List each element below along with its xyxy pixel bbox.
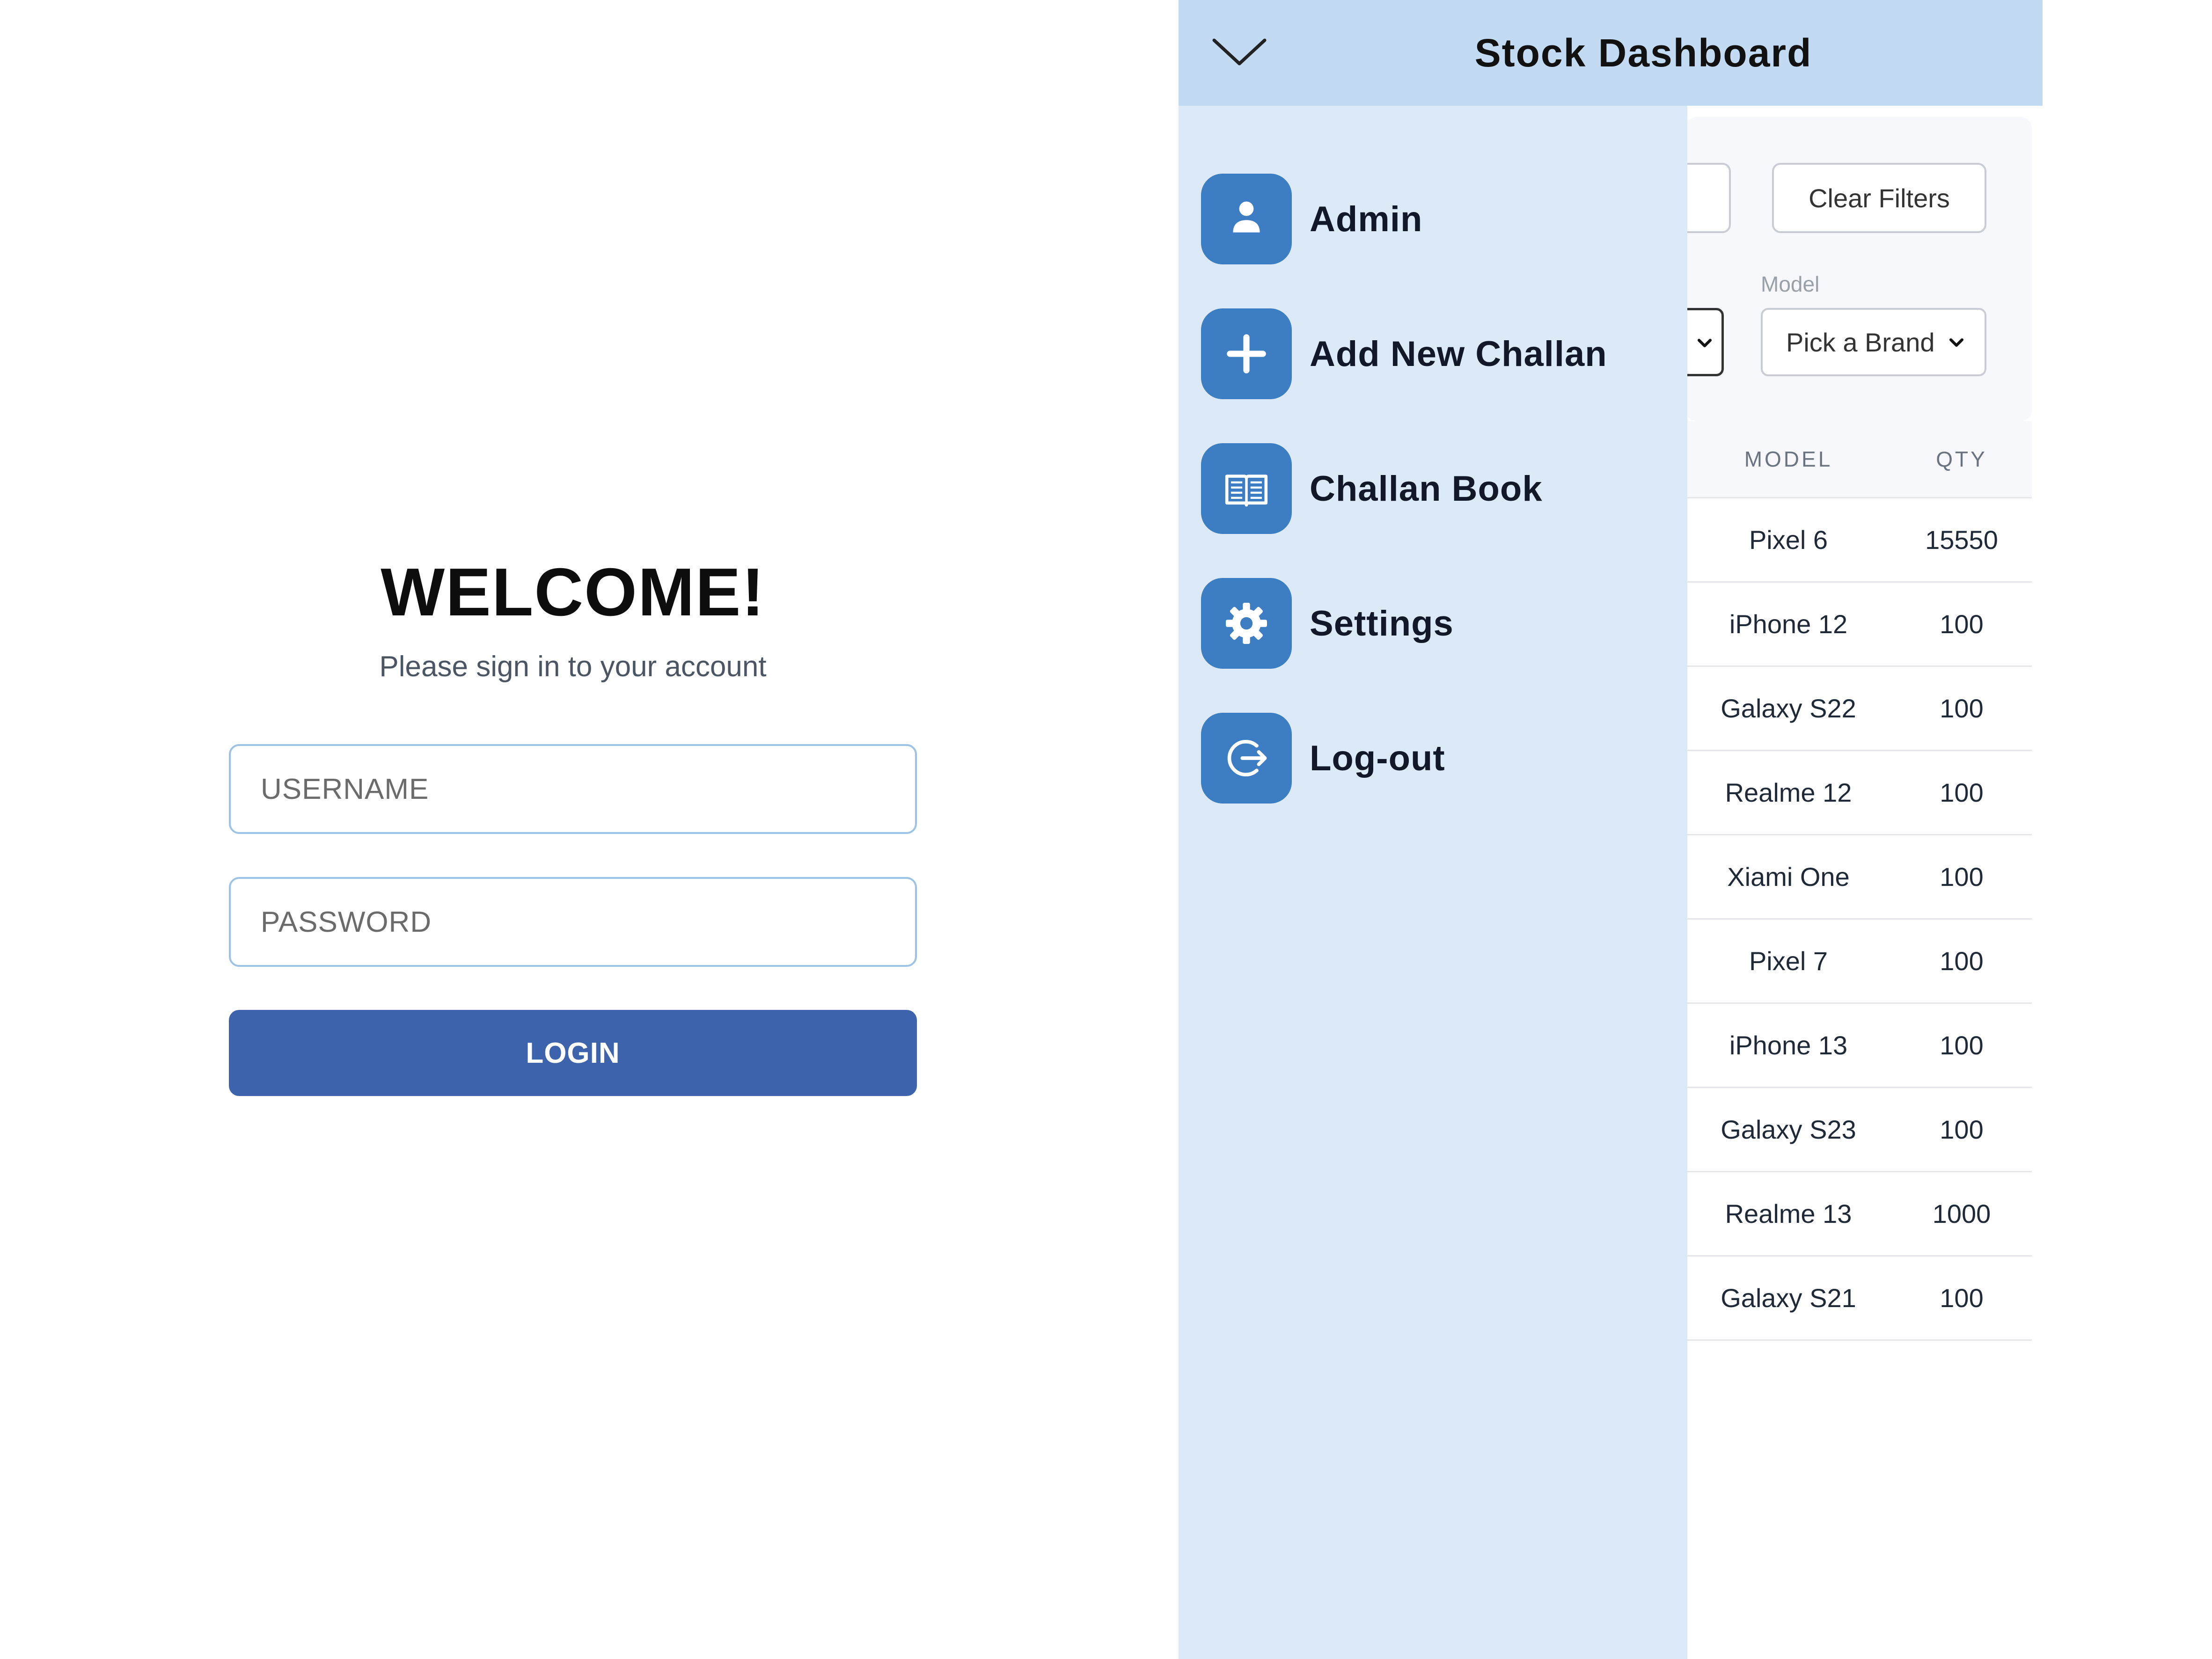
drawer-item-add-new-challan[interactable]: Add New Challan — [1201, 308, 1607, 399]
model-select[interactable]: Pick a Brand — [1761, 308, 1986, 376]
cell-model: iPhone 12 — [1729, 609, 1848, 639]
cell-qty: 1000 — [1932, 1199, 1991, 1228]
chevron-down-icon — [1698, 339, 1712, 347]
drawer-item-settings[interactable]: Settings — [1201, 578, 1454, 669]
book-icon — [1201, 443, 1292, 534]
drawer-item-label: Add New Challan — [1310, 334, 1607, 374]
model-select-value: Pick a Brand — [1786, 327, 1935, 357]
cell-qty: 100 — [1940, 694, 1984, 723]
clear-filters-button[interactable]: Clear Filters — [1772, 163, 1986, 233]
drawer-item-label: Challan Book — [1310, 468, 1543, 509]
table-row[interactable]: Pixel 6 15550 — [1685, 498, 2032, 583]
cell-qty: 100 — [1940, 778, 1984, 807]
top-bar: Stock Dashboard — [1179, 0, 2043, 106]
cell-qty: 100 — [1940, 609, 1984, 639]
drawer-item-admin[interactable]: Admin — [1201, 174, 1422, 264]
app-root: WELCOME! Please sign in to your account … — [0, 0, 2212, 1659]
login-button[interactable]: LOGIN — [229, 1010, 917, 1096]
password-input[interactable] — [231, 879, 915, 965]
gear-icon — [1201, 578, 1292, 669]
plus-icon — [1201, 308, 1292, 399]
table-row[interactable]: Realme 13 1000 — [1685, 1172, 2032, 1257]
cell-qty: 15550 — [1925, 525, 1998, 555]
table-row[interactable]: Pixel 7 100 — [1685, 920, 2032, 1004]
login-panel: WELCOME! Please sign in to your account … — [229, 552, 917, 1096]
cell-model: Pixel 7 — [1749, 946, 1828, 976]
logout-icon — [1201, 713, 1292, 804]
table-row[interactable]: Xiami One 100 — [1685, 835, 2032, 920]
stock-dashboard: Clear Filters Model Pick a Brand MODEL Q… — [1179, 0, 2043, 1659]
username-field[interactable] — [229, 744, 917, 834]
model-filter-label: Model — [1761, 272, 1820, 296]
cell-model: Galaxy S21 — [1721, 1283, 1856, 1313]
stock-table: MODEL QTY Pixel 6 15550 iPhone 12 100 Ga… — [1685, 421, 2032, 1341]
cell-qty: 100 — [1940, 1115, 1984, 1144]
column-header-qty: QTY — [1936, 447, 1987, 471]
table-row[interactable]: Galaxy S22 100 — [1685, 667, 2032, 751]
user-icon — [1201, 174, 1292, 264]
cell-model: Pixel 6 — [1749, 525, 1828, 555]
drawer-item-logout[interactable]: Log-out — [1201, 713, 1445, 804]
cell-qty: 100 — [1940, 1030, 1984, 1060]
drawer-item-label: Log-out — [1310, 738, 1445, 778]
column-header-model: MODEL — [1744, 447, 1833, 471]
cell-model: iPhone 13 — [1729, 1030, 1848, 1060]
cell-model: Xiami One — [1727, 862, 1850, 892]
welcome-heading: WELCOME! — [381, 554, 765, 630]
cell-qty: 100 — [1940, 862, 1984, 892]
cell-model: Galaxy S22 — [1721, 694, 1856, 723]
table-row[interactable]: Galaxy S21 100 — [1685, 1257, 2032, 1341]
cell-model: Realme 13 — [1725, 1199, 1852, 1228]
table-header: MODEL QTY — [1685, 421, 2032, 498]
cell-qty: 100 — [1940, 946, 1984, 976]
table-row[interactable]: iPhone 12 100 — [1685, 583, 2032, 667]
chevron-down-icon — [1949, 338, 1963, 347]
table-row[interactable]: Realme 12 100 — [1685, 751, 2032, 835]
side-drawer: Admin Add New Challan Challan Book Setti… — [1179, 106, 1687, 1659]
page-title: Stock Dashboard — [1474, 31, 1812, 75]
table-row[interactable]: iPhone 13 100 — [1685, 1004, 2032, 1088]
drawer-item-label: Admin — [1310, 199, 1423, 239]
drawer-item-challan-book[interactable]: Challan Book — [1201, 443, 1543, 534]
cell-model: Galaxy S23 — [1721, 1115, 1856, 1144]
cell-model: Realme 12 — [1725, 778, 1852, 807]
username-input[interactable] — [231, 746, 915, 832]
table-row[interactable]: Galaxy S23 100 — [1685, 1088, 2032, 1172]
password-field[interactable] — [229, 877, 917, 967]
login-subtitle: Please sign in to your account — [379, 650, 767, 683]
cell-qty: 100 — [1940, 1283, 1984, 1313]
drawer-item-label: Settings — [1310, 603, 1454, 643]
